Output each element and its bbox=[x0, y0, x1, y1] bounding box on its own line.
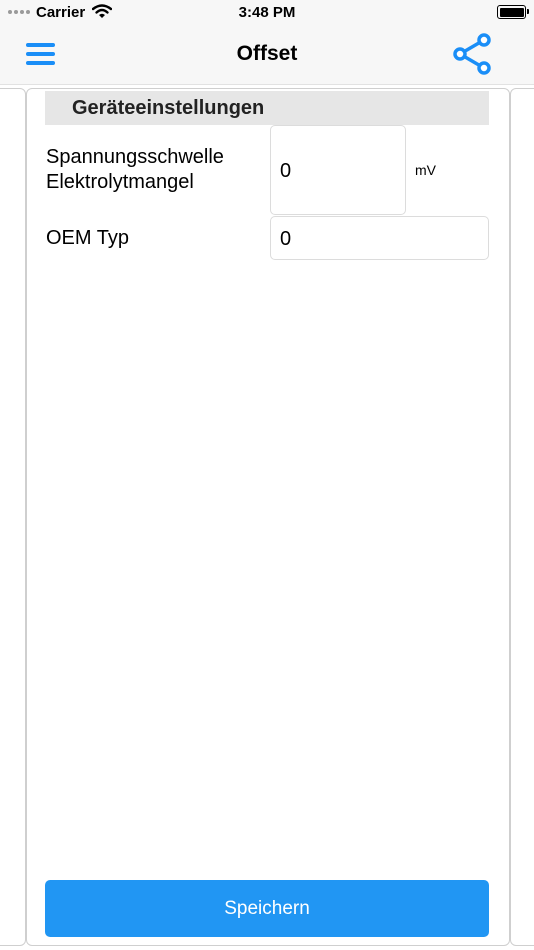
save-button[interactable]: Speichern bbox=[45, 880, 489, 937]
voltage-threshold-label-line1: Spannungsschwelle bbox=[46, 146, 224, 168]
voltage-threshold-input[interactable]: 0 bbox=[270, 125, 406, 215]
oem-type-input[interactable]: 0 bbox=[270, 216, 489, 260]
status-bar: Carrier 3:48 PM bbox=[0, 0, 534, 26]
battery-icon bbox=[497, 5, 529, 19]
previous-page-frame[interactable] bbox=[0, 88, 26, 946]
voltage-unit-label: mV bbox=[415, 162, 436, 178]
navigation-bar: Offset bbox=[0, 26, 534, 85]
section-title: Geräteeinstellungen bbox=[72, 97, 265, 119]
next-page-frame[interactable] bbox=[510, 88, 534, 946]
oem-type-label: OEM Typ bbox=[46, 227, 129, 249]
share-icon[interactable] bbox=[446, 30, 498, 82]
status-time: 3:48 PM bbox=[238, 4, 296, 21]
voltage-threshold-label-line2: Elektrolytmangel bbox=[46, 171, 194, 193]
section-header: Geräteeinstellungen bbox=[45, 91, 489, 125]
voltage-threshold-label: Spannungsschwelle Elektrolytmangel bbox=[46, 145, 224, 195]
